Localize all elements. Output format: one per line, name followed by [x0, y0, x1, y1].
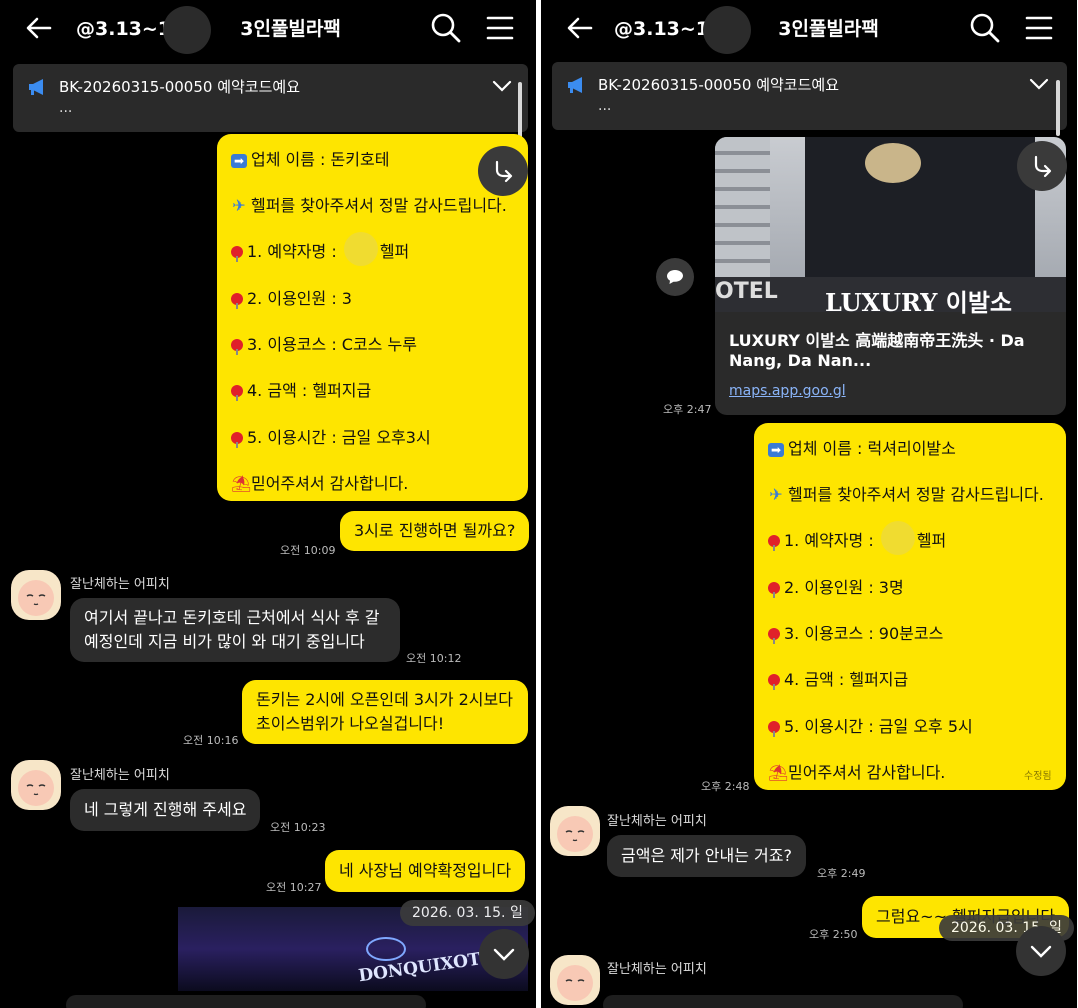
notice-more: ...: [59, 100, 73, 116]
pin-icon: [231, 385, 243, 401]
scrollbar[interactable]: [518, 82, 522, 138]
link-url[interactable]: maps.app.goo.gl: [729, 383, 846, 399]
search-icon[interactable]: [967, 10, 1003, 46]
avatar[interactable]: [550, 806, 600, 856]
message-input[interactable]: [603, 995, 963, 1008]
arrow-right-icon: ➡: [768, 443, 784, 457]
redacted-blur: [343, 231, 378, 266]
notice-text: BK-20260315-00050 예약코드예요: [59, 78, 301, 96]
redacted-blur: [703, 6, 751, 54]
avatar[interactable]: [550, 955, 600, 1005]
message-time: 오후 2:48: [701, 780, 750, 793]
message-time: 오전 10:27: [266, 881, 322, 894]
pin-icon: [768, 721, 780, 737]
airplane-icon: ✈: [232, 196, 246, 215]
message-bubble[interactable]: 3시로 진행하면 될까요?: [340, 511, 530, 551]
chat-header: @3.13~15 3인풀빌라팩: [541, 0, 1077, 56]
link-title: LUXURY 이발소 高端越南帝王洗头 · Da: [729, 331, 1025, 350]
scroll-down-button[interactable]: [479, 929, 529, 979]
back-arrow-icon[interactable]: [18, 10, 60, 46]
edited-label: 수정됨: [1024, 771, 1052, 782]
message-bubble[interactable]: 돈키는 2시에 오픈인데 3시가 2시보다 초이스범위가 나오실겁니다!: [242, 680, 528, 744]
notice-text: BK-20260315-00050 예약코드예요: [598, 76, 840, 94]
menu-icon[interactable]: [1021, 10, 1057, 46]
message-time: 오후 2:50: [809, 928, 858, 941]
message-time: 오전 10:16: [183, 734, 239, 747]
avatar[interactable]: [11, 760, 61, 810]
sender-name: 잘난체하는 어피치: [70, 768, 170, 783]
share-icon[interactable]: [1017, 141, 1067, 191]
chat-header: @3.13~15 3인풀빌라팩: [0, 0, 536, 56]
chat-screen-right: @3.13~15 3인풀빌라팩 BK-20260315-00050 예약코드예요 …: [541, 0, 1077, 1008]
beach-umbrella-icon: ⛱: [768, 763, 789, 782]
message-input[interactable]: [66, 995, 426, 1008]
message-part: 그럼요~~: [876, 907, 947, 926]
notice-banner[interactable]: BK-20260315-00050 예약코드예요 ...: [552, 62, 1067, 136]
back-arrow-icon[interactable]: [559, 10, 601, 46]
comment-icon[interactable]: [656, 258, 694, 296]
beach-umbrella-icon: ⛱: [231, 474, 252, 493]
sender-name: 잘난체하는 어피치: [607, 814, 707, 829]
notice-banner[interactable]: BK-20260315-00050 예약코드예요 ...: [13, 64, 528, 138]
booking-message-bubble[interactable]: ➡ 업체 이름 : 럭셔리이발소 ✈ 헬퍼를 찾아주셔서 정말 감사드립니다. 1.…: [754, 423, 1066, 790]
chat-screen-left: @3.13~15 3인풀빌라팩 BK-20260315-00050 예약코드예요 …: [0, 0, 536, 1008]
share-icon[interactable]: [478, 146, 528, 196]
pin-icon: [768, 628, 780, 644]
link-preview-card[interactable]: OTEL LUXURY 이발소 LUXURY 이발소 高端越南帝王洗头 · Da…: [715, 137, 1066, 415]
megaphone-icon: [27, 77, 49, 97]
pin-icon: [768, 535, 780, 551]
chevron-down-icon[interactable]: [491, 77, 513, 95]
booking-message-bubble[interactable]: ➡ 업체 이름 : 돈키호테 ✈ 헬퍼를 찾아주셔서 정말 감사드립니다. 1. 예…: [217, 134, 528, 501]
message-line: 예정인데 지금 비가 많이 와 대기 중입니다: [84, 632, 365, 651]
pin-icon: [231, 339, 243, 355]
message-bubble[interactable]: 네 사장님 예약확정입니다: [325, 850, 526, 892]
megaphone-icon: [566, 75, 588, 95]
message-bubble[interactable]: 금액은 제가 안내는 거죠?: [607, 835, 806, 877]
pin-icon: [768, 582, 780, 598]
sign-small-text: OTEL: [715, 279, 778, 304]
arrow-right-icon: ➡: [231, 154, 247, 168]
pin-icon: [231, 293, 243, 309]
message-time: 오전 10:12: [406, 652, 462, 665]
scroll-down-button[interactable]: [1016, 926, 1066, 976]
message-time: 오후 2:47: [663, 403, 712, 416]
message-bubble[interactable]: 여기서 끝나고 돈키호테 근처에서 식사 후 갈 예정인데 지금 비가 많이 와…: [70, 598, 400, 662]
sender-name: 잘난체하는 어피치: [70, 577, 170, 592]
redacted-blur: [163, 6, 211, 54]
avatar[interactable]: [11, 570, 61, 620]
date-indicator: 2026. 03. 15. 일: [400, 900, 535, 926]
chevron-down-icon[interactable]: [1028, 75, 1050, 93]
pin-icon: [231, 432, 243, 448]
notice-more: ...: [598, 98, 612, 114]
link-preview-image: OTEL LUXURY 이발소: [715, 137, 1066, 317]
message-bubble[interactable]: 네 그렇게 진행해 주세요: [70, 789, 261, 831]
scrollbar[interactable]: [1056, 80, 1060, 136]
message-line: 초이스범위가 나오실겁니다!: [256, 714, 445, 733]
redacted-blur: [880, 520, 915, 555]
message-time: 오전 10:09: [280, 544, 336, 557]
search-icon[interactable]: [428, 10, 464, 46]
message-time: 오후 2:49: [817, 867, 866, 880]
message-time: 오전 10:23: [270, 821, 326, 834]
message-line: 돈키는 2시에 오픈인데 3시가 2시보다: [256, 690, 513, 709]
link-title: Nang, Da Nan...: [729, 351, 872, 370]
sign-logo: [366, 937, 406, 961]
sign-text: LUXURY 이발소: [825, 288, 1012, 317]
pin-icon: [768, 674, 780, 690]
menu-icon[interactable]: [482, 10, 518, 46]
airplane-icon: ✈: [769, 485, 783, 504]
message-line: 여기서 끝나고 돈키호테 근처에서 식사 후 갈: [84, 608, 380, 627]
pin-icon: [231, 246, 243, 262]
sender-name: 잘난체하는 어피치: [607, 962, 707, 977]
